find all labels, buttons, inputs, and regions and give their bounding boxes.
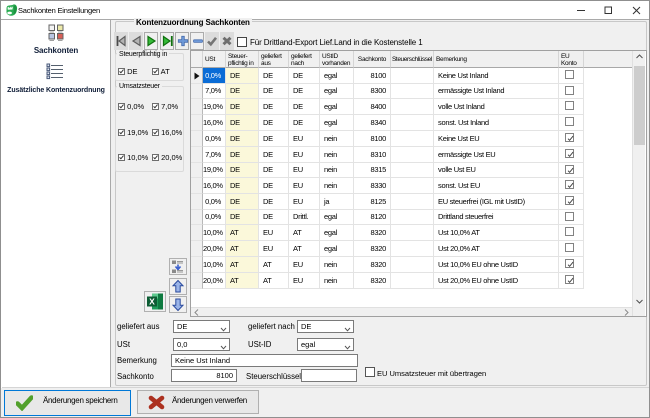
svg-text:X: X bbox=[149, 297, 155, 307]
